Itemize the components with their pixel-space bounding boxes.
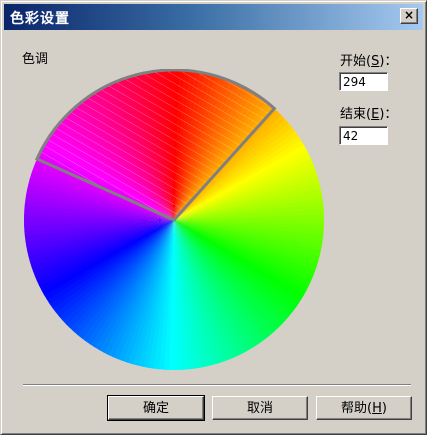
start-colon: ： bbox=[384, 54, 398, 69]
start-label-text: 开始 bbox=[340, 54, 367, 69]
ok-button[interactable]: 确定 bbox=[107, 395, 205, 421]
hue-wheel[interactable] bbox=[23, 69, 325, 371]
end-hue-input[interactable] bbox=[339, 126, 388, 145]
cancel-button[interactable]: 取消 bbox=[212, 396, 308, 420]
start-hue-input[interactable] bbox=[339, 72, 388, 91]
end-label: 结束(E)： bbox=[340, 107, 398, 122]
help-accel: H bbox=[372, 401, 382, 416]
start-accel: S bbox=[371, 54, 380, 69]
close-icon: × bbox=[403, 8, 415, 22]
close-button[interactable]: × bbox=[400, 8, 418, 24]
hue-label: 色调 bbox=[22, 52, 49, 67]
start-label: 开始(S)： bbox=[340, 54, 398, 69]
title-bar[interactable]: 色彩设置 × bbox=[4, 4, 423, 30]
window-title: 色彩设置 bbox=[10, 11, 70, 27]
color-settings-dialog: 色彩设置 × 色调 开始(S)： 结束(E)： 确定 取消 帮助(H) bbox=[0, 0, 427, 435]
end-colon: ： bbox=[384, 107, 398, 122]
end-accel: E bbox=[371, 107, 380, 122]
separator bbox=[23, 384, 411, 386]
end-label-text: 结束 bbox=[340, 107, 367, 122]
help-label: 帮助 bbox=[341, 401, 368, 416]
help-button[interactable]: 帮助(H) bbox=[316, 396, 412, 420]
